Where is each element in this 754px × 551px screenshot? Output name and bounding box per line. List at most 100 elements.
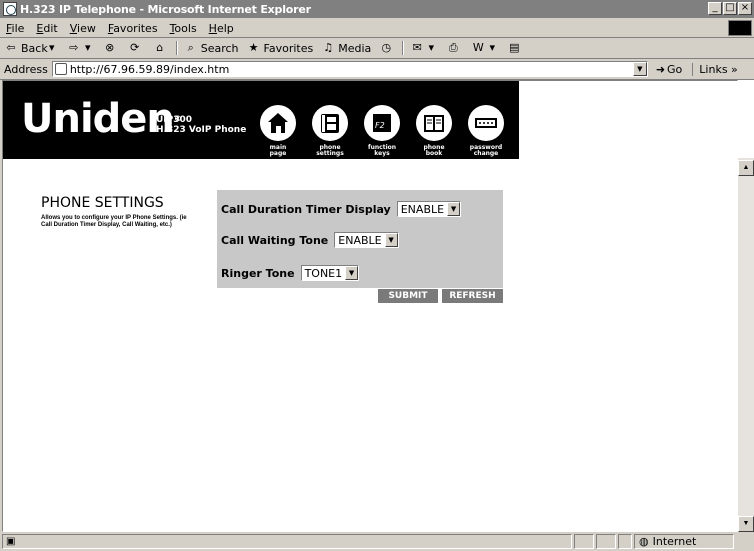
discuss-icon: ▤ (509, 41, 520, 54)
maximize-button[interactable]: □ (723, 2, 737, 15)
address-dropdown-button[interactable]: ▼ (632, 62, 647, 76)
favorites-icon: ★ (248, 41, 259, 54)
nav-label: phone settings (316, 144, 344, 157)
chevron-down-icon: ▾ (489, 41, 496, 54)
scroll-down-button[interactable]: ▼ (738, 516, 754, 532)
mail-button[interactable]: ✉ ▾ (406, 42, 442, 54)
forward-arrow-icon: ⇨ (69, 41, 79, 54)
page-viewport: Uniden® UIP300 H.323 VoIP Phone main pag… (2, 80, 738, 532)
svg-text:F2: F2 (375, 121, 385, 130)
globe-icon: ◍ (639, 535, 649, 548)
refresh-icon: ⟳ (130, 41, 140, 54)
back-button[interactable]: ⇦ Back ▾ (0, 42, 63, 55)
page-icon (54, 63, 67, 75)
call-duration-select[interactable]: ENABLE ▼ (396, 201, 462, 217)
function-key-icon: F2 (364, 105, 400, 141)
call-duration-row: Call Duration Timer Display ENABLE ▼ (221, 201, 462, 217)
media-button[interactable]: ♫ Media (317, 42, 375, 55)
status-cell (618, 534, 632, 549)
close-button[interactable]: × (738, 2, 752, 15)
chevron-down-icon: ▼ (447, 202, 461, 216)
menu-file[interactable]: File (0, 22, 30, 35)
address-url: http://67.96.59.89/index.htm (69, 62, 230, 76)
minimize-button[interactable]: _ (708, 2, 722, 15)
status-bar: ▣ ◍ Internet (0, 532, 754, 551)
address-bar: Address http://67.96.59.89/index.htm ▼ ➜… (0, 59, 754, 80)
menu-edit[interactable]: Edit (30, 22, 63, 35)
nav-password-change[interactable]: password change (461, 105, 511, 157)
nav-label: phone book (423, 144, 445, 157)
menu-help[interactable]: Help (203, 22, 240, 35)
scroll-up-button[interactable]: ▲ (738, 160, 754, 176)
nav-label: password change (469, 144, 503, 157)
nav-label: function keys (367, 144, 397, 157)
call-duration-label: Call Duration Timer Display (221, 202, 391, 216)
submit-button[interactable]: SUBMIT (378, 289, 438, 303)
nav-function-keys[interactable]: F2 function keys (357, 105, 407, 157)
go-label: Go (667, 62, 683, 76)
back-label: Back (21, 41, 48, 55)
discuss-button[interactable]: ▤ (503, 42, 528, 54)
address-input[interactable]: http://67.96.59.89/index.htm ▼ (51, 61, 648, 77)
call-waiting-row: Call Waiting Tone ENABLE ▼ (221, 232, 399, 248)
refresh-button[interactable]: REFRESH (442, 289, 503, 303)
window-title: H.323 IP Telephone - Microsoft Internet … (20, 2, 311, 16)
home-icon: ⌂ (156, 41, 164, 54)
menu-view[interactable]: View (64, 22, 102, 35)
history-icon: ◷ (381, 41, 392, 54)
ringer-tone-select[interactable]: TONE1 ▼ (300, 265, 360, 281)
header-banner: Uniden® UIP300 H.323 VoIP Phone main pag… (3, 81, 519, 159)
settings-panel: Call Duration Timer Display ENABLE ▼ Cal… (217, 190, 503, 288)
windows-logo-icon (728, 20, 752, 36)
print-button[interactable]: ⎙ (442, 42, 467, 54)
go-arrow-icon: ➜ (655, 62, 666, 76)
menu-tools[interactable]: Tools (164, 22, 203, 35)
mail-icon: ✉ (412, 41, 422, 54)
toolbar-divider (175, 41, 178, 55)
search-button[interactable]: ⌕ Search (180, 42, 243, 55)
chevron-down-icon: ▼ (384, 233, 398, 247)
favorites-button[interactable]: ★ Favorites (243, 42, 318, 55)
nav-main-page[interactable]: main page (253, 105, 303, 157)
links-button[interactable]: Links » (692, 62, 738, 76)
history-button[interactable]: ◷ (375, 42, 400, 54)
chevron-down-icon: ▾ (84, 41, 91, 54)
home-button[interactable]: ⌂ (149, 42, 174, 54)
model-info: UIP300 H.323 VoIP Phone (156, 115, 246, 135)
menu-favorites[interactable]: Favorites (102, 22, 164, 35)
ringer-tone-value: TONE1 (304, 266, 343, 280)
media-icon: ♫ (323, 41, 334, 54)
toolbar-divider (402, 41, 405, 55)
edit-button[interactable]: W ▾ (467, 42, 503, 54)
word-icon: W (472, 41, 484, 54)
model-description: H.323 VoIP Phone (156, 125, 247, 135)
stop-button[interactable]: ⊗ (99, 42, 124, 54)
title-bar: H.323 IP Telephone - Microsoft Internet … (0, 0, 754, 18)
call-waiting-value: ENABLE (338, 233, 382, 247)
vertical-scrollbar[interactable]: ▲ ▼ (738, 80, 754, 532)
model-number: UIP300 (156, 115, 193, 125)
media-label: Media (338, 41, 372, 55)
print-icon: ⎙ (448, 41, 458, 54)
nav-phone-settings[interactable]: phone settings (305, 105, 355, 157)
refresh-button[interactable]: ⟳ (124, 42, 149, 54)
scrollbar-gap (738, 80, 754, 158)
phone-icon (312, 105, 348, 141)
call-duration-value: ENABLE (400, 202, 445, 216)
menu-bar: File Edit View Favorites Tools Help (0, 19, 754, 38)
forward-button[interactable]: ⇨ ▾ (63, 42, 99, 54)
call-waiting-select[interactable]: ENABLE ▼ (334, 232, 399, 248)
call-waiting-label: Call Waiting Tone (221, 233, 329, 247)
toolbar: ⇦ Back ▾ ⇨ ▾ ⊗ ⟳ ⌂ ⌕ Search ★ Favorites ♫ Medi… (0, 38, 754, 59)
back-arrow-icon: ⇦ (6, 41, 16, 54)
password-icon (468, 105, 504, 141)
chevron-down-icon: ▾ (428, 41, 435, 54)
page-description: Allows you to configure your IP Phone Se… (41, 215, 187, 228)
security-zone: ◍ Internet (634, 534, 734, 549)
go-button[interactable]: ➜ Go (656, 63, 682, 76)
nav-phone-book[interactable]: phone book (409, 105, 459, 157)
nav-label: main page (269, 144, 287, 157)
status-cell (574, 534, 594, 549)
favorites-label: Favorites (263, 41, 314, 55)
zone-label: Internet (652, 535, 697, 548)
